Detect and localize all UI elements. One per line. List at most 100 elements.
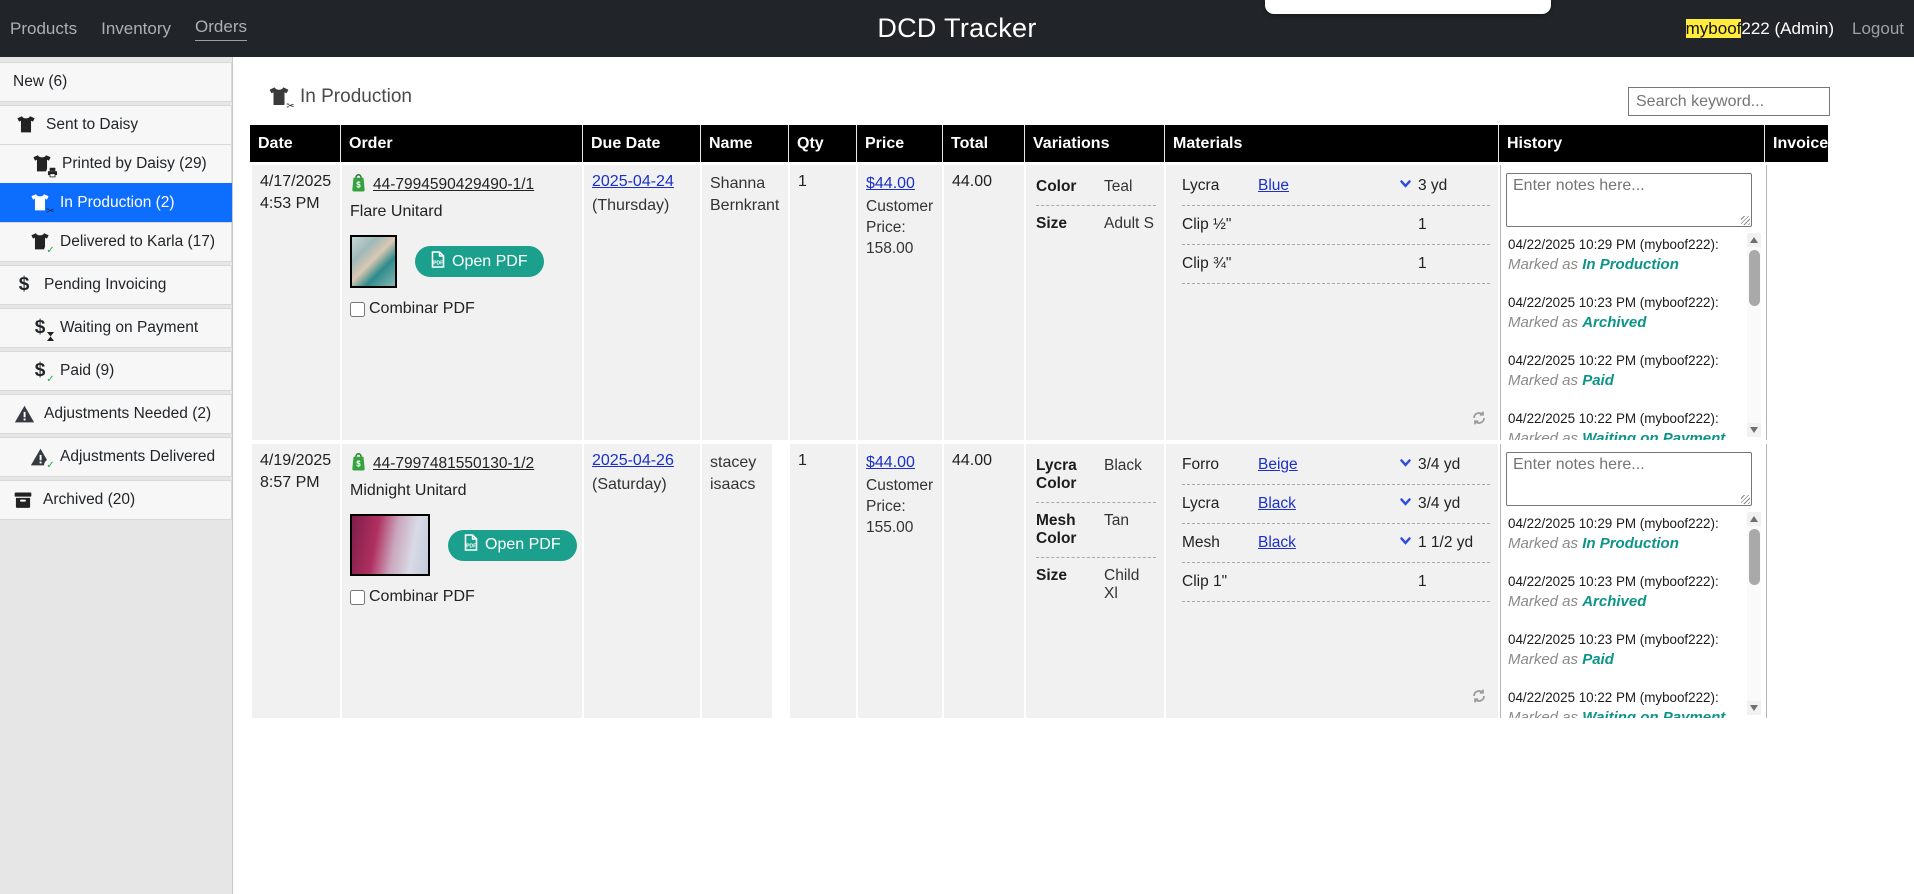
tshirt-scissors-icon: ✂ (267, 85, 291, 109)
due-date-cell: 2025-04-24 (Thursday) (582, 165, 700, 440)
sidebar-item-label: Adjustments Delivered (60, 438, 215, 476)
open-pdf-button[interactable]: PDF Open PDF (448, 530, 577, 561)
scroll-up-button[interactable] (1747, 233, 1761, 247)
variation-row: Lycra Color Black (1036, 448, 1156, 503)
variation-row: Color Teal (1036, 169, 1156, 206)
refresh-icon[interactable] (1470, 409, 1488, 432)
tshirt-icon (15, 114, 37, 136)
product-thumbnail[interactable] (350, 235, 397, 288)
combine-pdf-checkbox[interactable] (350, 302, 365, 317)
history-scrollbar[interactable] (1747, 233, 1761, 437)
date-cell: 4/19/2025 8:57 PM (250, 444, 340, 718)
material-color-select[interactable]: Blue (1258, 177, 1418, 195)
scroll-down-button[interactable] (1747, 423, 1761, 437)
notes-textarea[interactable] (1506, 173, 1752, 227)
price-cell: $44.00 Customer Price: 155.00 (856, 444, 942, 718)
dollar-hourglass-icon: $ (29, 317, 51, 339)
scroll-down-button[interactable] (1747, 701, 1761, 715)
app-title: DCD Tracker (0, 0, 1914, 57)
due-date-cell: 2025-04-26 (Saturday) (582, 444, 700, 718)
col-header-variations: Variations (1024, 125, 1164, 162)
sidebar-item-label: Printed by Daisy (29) (62, 145, 207, 183)
scroll-up-button[interactable] (1747, 512, 1761, 526)
top-navbar: Products Inventory Orders DCD Tracker my… (0, 0, 1914, 57)
tshirt-printer-icon (31, 153, 53, 175)
price-link[interactable]: $44.00 (866, 175, 915, 192)
sidebar-item-sent-to-daisy[interactable]: Sent to Daisy (0, 105, 232, 145)
sidebar-item-waiting-on-payment[interactable]: $ Waiting on Payment (0, 308, 232, 348)
dollar-icon: $ (13, 274, 35, 296)
history-entry: 04/22/2025 10:23 PM (myboof222): Marked … (1508, 630, 1740, 670)
history-entry: 04/22/2025 10:29 PM (myboof222): Marked … (1508, 514, 1740, 554)
product-thumbnail[interactable] (350, 514, 430, 576)
material-row: Mesh Black 1 1/2 yd (1182, 524, 1490, 563)
col-header-history: History (1498, 125, 1764, 162)
search-input[interactable] (1628, 87, 1830, 116)
name-cell: Shanna Bernkrant (700, 165, 788, 440)
order-cell: $ 44-7997481550130-1/2 Midnight Unitard … (340, 444, 582, 718)
archive-icon (12, 489, 34, 511)
sidebar-item-in-production[interactable]: ✂ In Production (2) (0, 183, 232, 223)
orders-table: Date Order Due Date Name Qty Price Total… (250, 125, 1828, 718)
sidebar-item-adjustments-needed[interactable]: Adjustments Needed (2) (0, 394, 232, 434)
material-color-select[interactable]: Beige (1258, 456, 1418, 474)
history-entry: 04/22/2025 10:23 PM (myboof222): Marked … (1508, 572, 1740, 612)
refresh-icon[interactable] (1470, 687, 1488, 710)
sidebar-item-label: New (6) (13, 63, 67, 101)
nav-link-inventory[interactable]: Inventory (101, 19, 171, 39)
name-cell: stacey isaacs (700, 444, 772, 718)
total-cell: 44.00 (942, 444, 1024, 718)
col-header-due-date: Due Date (582, 125, 700, 162)
col-header-date: Date (250, 125, 340, 162)
sidebar: New (6) Sent to Daisy Printed by Daisy (… (0, 57, 233, 894)
due-date-link[interactable]: 2025-04-24 (592, 173, 674, 190)
material-row: Clip ½" 1 (1182, 206, 1490, 245)
history-cell: 04/22/2025 10:29 PM (myboof222): Marked … (1498, 165, 1764, 440)
scrollbar-thumb[interactable] (1749, 529, 1760, 585)
variations-cell: Color Teal Size Adult S (1024, 165, 1164, 440)
sidebar-item-printed-by-daisy[interactable]: Printed by Daisy (29) (0, 144, 232, 184)
tshirt-check-icon: ✓ (29, 231, 51, 253)
open-pdf-button[interactable]: PDF Open PDF (415, 246, 544, 277)
logout-link[interactable]: Logout (1852, 19, 1904, 39)
history-scrollbar[interactable] (1747, 512, 1761, 715)
history-entry: 04/22/2025 10:22 PM (myboof222): Marked … (1508, 409, 1740, 440)
sidebar-item-adjustments-delivered[interactable]: ✓ Adjustments Delivered (0, 437, 232, 477)
material-row: Clip ¾" 1 (1182, 245, 1490, 284)
material-color-select[interactable]: Black (1258, 495, 1418, 513)
material-color-select[interactable]: Black (1258, 534, 1418, 552)
order-id-link[interactable]: 44-7994590429490-1/1 (373, 176, 534, 194)
material-row: Clip 1" 1 (1182, 563, 1490, 602)
nav-link-orders[interactable]: Orders (195, 17, 247, 41)
price-link[interactable]: $44.00 (866, 454, 915, 471)
sidebar-item-label: Archived (20) (43, 481, 135, 519)
history-entries: 04/22/2025 10:29 PM (myboof222): Marked … (1508, 235, 1740, 440)
sidebar-item-pending-invoicing[interactable]: $ Pending Invoicing (0, 265, 232, 305)
sidebar-item-new[interactable]: New (6) (0, 62, 232, 102)
sidebar-item-paid[interactable]: $ ✓ Paid (9) (0, 351, 232, 391)
chevron-down-icon (1399, 456, 1412, 474)
notes-textarea[interactable] (1506, 452, 1752, 506)
qty-cell: 1 (788, 444, 856, 718)
variation-row: Mesh Color Tan (1036, 503, 1156, 558)
sidebar-item-archived[interactable]: Archived (20) (0, 480, 232, 520)
materials-cell: Lycra Blue 3 yd Clip ½" 1 Clip ¾" 1 (1164, 165, 1498, 440)
due-date-link[interactable]: 2025-04-26 (592, 452, 674, 469)
table-row: S 4/17/2025 4:53 PM $ 44-7994590429490-1… (250, 165, 1828, 440)
history-entry: 04/22/2025 10:23 PM (myboof222): Marked … (1508, 293, 1740, 333)
tshirt-scissors-icon: ✂ (29, 192, 51, 214)
scrollbar-thumb[interactable] (1749, 250, 1760, 306)
date-cell: 4/17/2025 4:53 PM (250, 165, 340, 440)
sidebar-item-label: Waiting on Payment (60, 309, 198, 347)
shopify-bag-icon: $ (350, 452, 367, 476)
sidebar-item-delivered-to-karla[interactable]: ✓ Delivered to Karla (17) (0, 222, 232, 262)
combine-pdf-checkbox[interactable] (350, 590, 365, 605)
sidebar-item-label: Pending Invoicing (44, 266, 166, 304)
nav-link-products[interactable]: Products (10, 19, 77, 39)
chevron-down-icon (1399, 495, 1412, 513)
dollar-check-icon: $ ✓ (29, 360, 51, 382)
order-id-link[interactable]: 44-7997481550130-1/2 (373, 455, 534, 473)
browser-find-bar-fragment (1265, 0, 1551, 14)
find-highlight: myboof (1686, 19, 1742, 38)
table-row: S 4/19/2025 8:57 PM $ 44-7997481550130-1… (250, 444, 1828, 718)
